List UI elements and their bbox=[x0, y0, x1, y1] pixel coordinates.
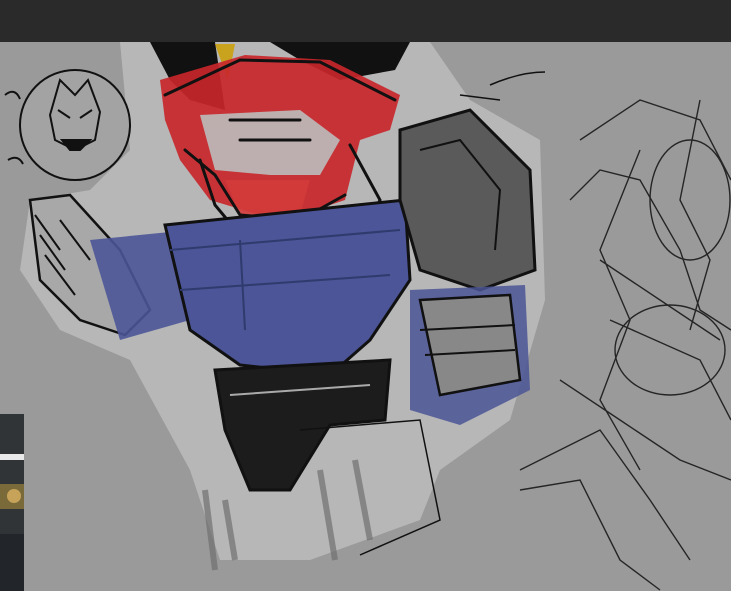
sketch-artwork bbox=[4, 42, 731, 591]
loose-strokes bbox=[459, 71, 546, 101]
rough-sketch-right bbox=[519, 99, 731, 591]
reference-image-content bbox=[0, 414, 24, 591]
thought-bubble bbox=[4, 69, 131, 181]
right-arm bbox=[398, 108, 537, 425]
top-toolbar bbox=[0, 0, 731, 42]
drawing-app-window bbox=[0, 0, 731, 591]
drawing-canvas[interactable] bbox=[0, 42, 731, 591]
reference-image-thumbnail[interactable] bbox=[0, 414, 24, 591]
